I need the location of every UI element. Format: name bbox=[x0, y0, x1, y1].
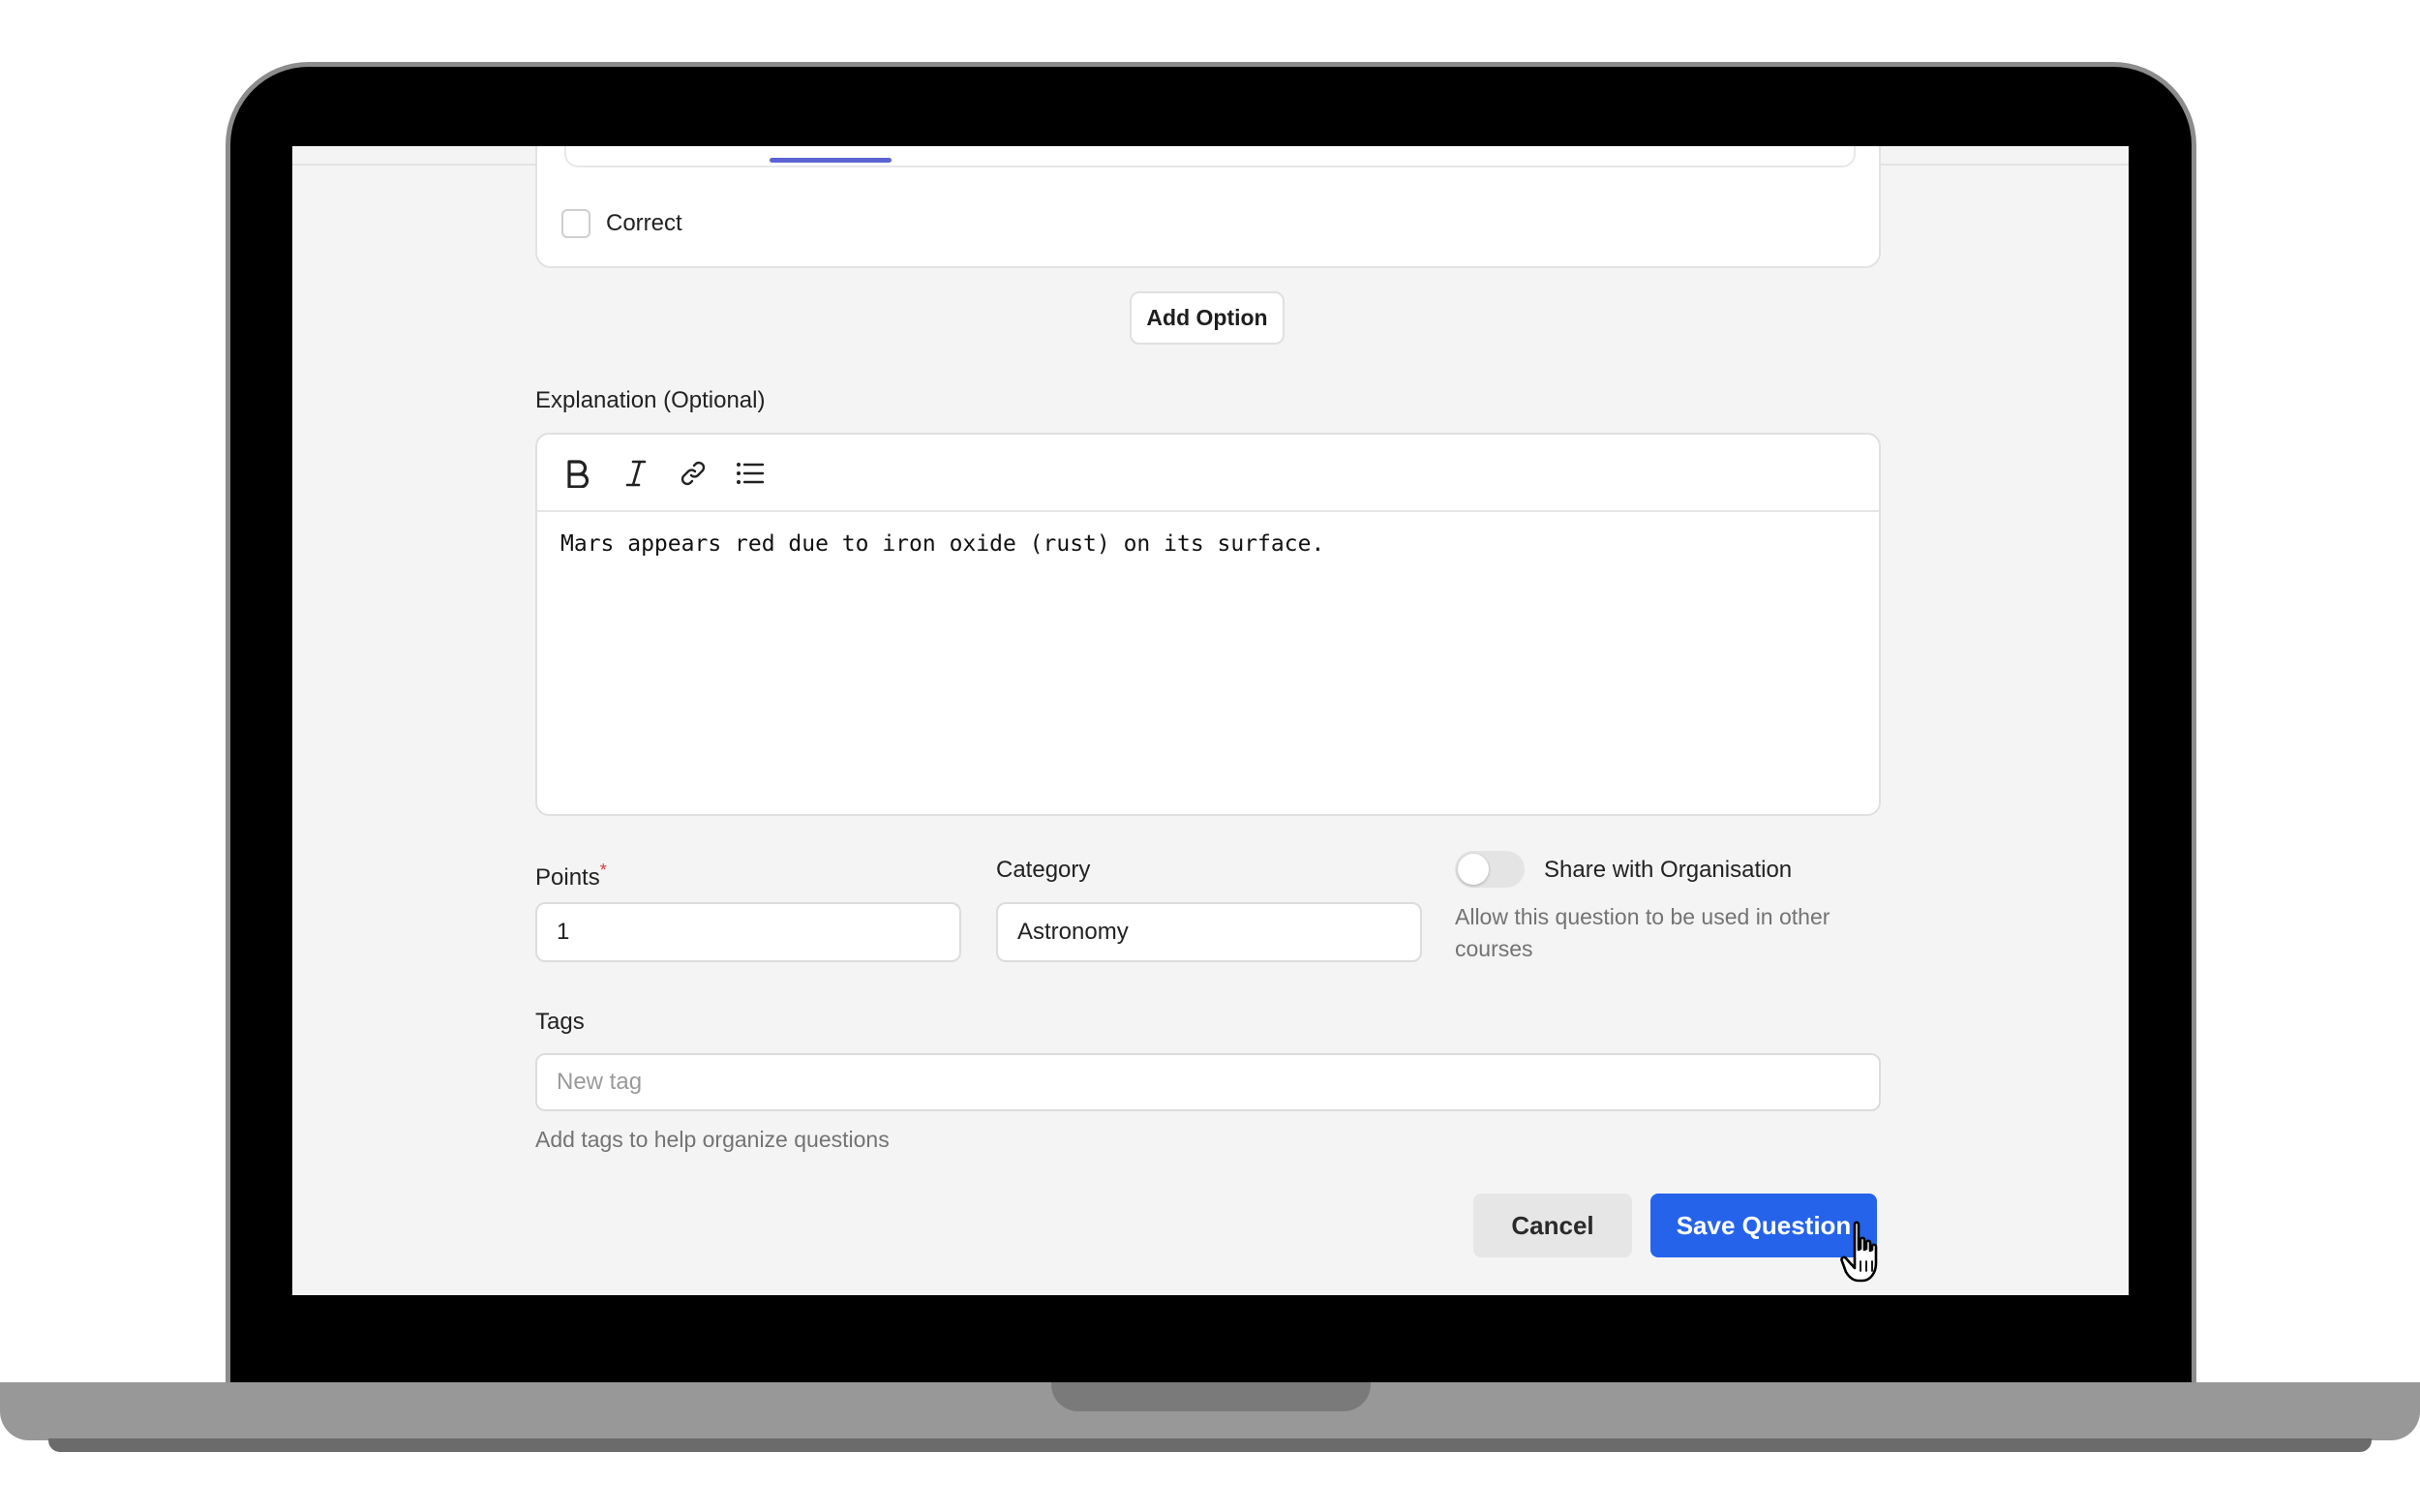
hand-cursor-icon bbox=[1840, 1221, 1878, 1283]
explanation-label: Explanation (Optional) bbox=[535, 387, 766, 413]
points-input[interactable]: 1 bbox=[535, 902, 961, 962]
italic-icon[interactable] bbox=[617, 454, 655, 493]
active-tab-indicator bbox=[770, 158, 892, 163]
correct-label: Correct bbox=[606, 210, 682, 236]
correct-checkbox[interactable] bbox=[561, 209, 590, 238]
tags-input[interactable]: New tag bbox=[535, 1053, 1881, 1111]
laptop-notch bbox=[1051, 1382, 1371, 1411]
answer-option-card bbox=[535, 146, 1881, 268]
category-label: Category bbox=[996, 857, 1091, 883]
explanation-editor[interactable]: Mars appears red due to iron oxide (rust… bbox=[535, 433, 1881, 816]
laptop-base-shadow bbox=[48, 1438, 2372, 1452]
add-option-button[interactable]: Add Option bbox=[1130, 291, 1285, 345]
tags-label: Tags bbox=[535, 1009, 585, 1035]
share-label: Share with Organisation bbox=[1544, 857, 1793, 883]
screen: Correct Add Option Explanation (Optional… bbox=[292, 146, 2129, 1295]
points-label: Points* bbox=[535, 856, 607, 892]
option-editor-edge bbox=[564, 146, 1856, 167]
tags-helper: Add tags to help organize questions bbox=[535, 1127, 890, 1152]
share-toggle[interactable] bbox=[1455, 851, 1525, 888]
share-helper: Allow this question to be used in other … bbox=[1455, 904, 1830, 961]
required-marker: * bbox=[599, 861, 607, 880]
cancel-button[interactable]: Cancel bbox=[1473, 1194, 1632, 1257]
bold-icon[interactable] bbox=[559, 454, 597, 493]
link-icon[interactable] bbox=[674, 454, 712, 493]
points-label-text: Points bbox=[535, 864, 600, 891]
toggle-knob bbox=[1458, 854, 1489, 885]
explanation-text[interactable]: Mars appears red due to iron oxide (rust… bbox=[560, 531, 1324, 557]
category-input[interactable]: Astronomy bbox=[996, 902, 1422, 962]
editor-toolbar bbox=[537, 435, 1879, 512]
list-icon[interactable] bbox=[731, 454, 770, 493]
